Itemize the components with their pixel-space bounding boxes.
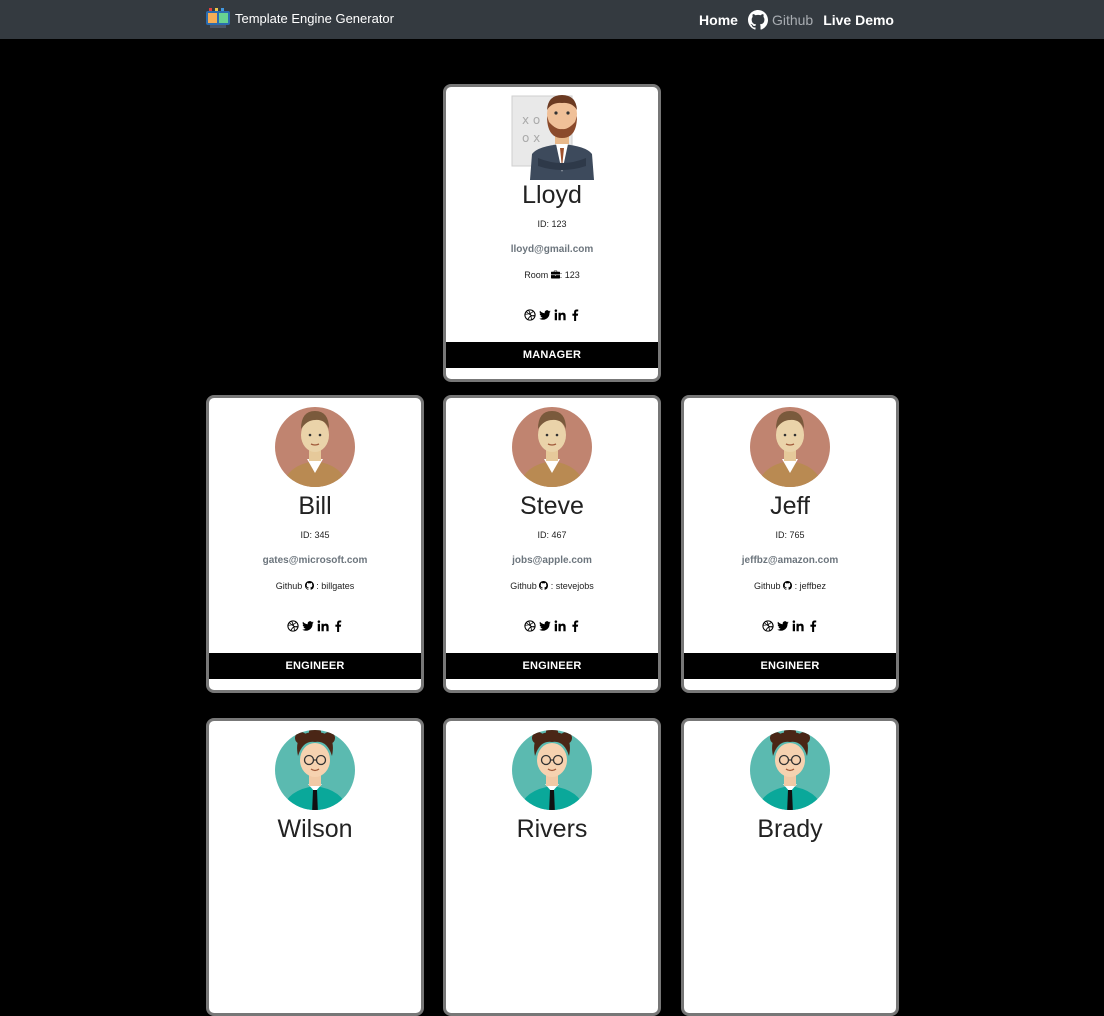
- linkedin-icon[interactable]: [554, 309, 566, 321]
- linkedin-icon[interactable]: [317, 620, 329, 632]
- nav-live-demo-label: Live Demo: [823, 12, 894, 28]
- employee-id: ID: 467: [537, 530, 567, 540]
- employee-id: ID: 123: [537, 219, 567, 229]
- linkedin-icon[interactable]: [554, 620, 566, 632]
- dribbble-icon[interactable]: [762, 620, 774, 632]
- social-links: [684, 620, 896, 632]
- employee-name: Jeff: [770, 492, 810, 520]
- github-icon: [539, 581, 548, 590]
- twitter-icon[interactable]: [539, 620, 551, 632]
- github-handle[interactable]: Github : jeffbez: [684, 581, 896, 591]
- role-badge: ENGINEER: [209, 653, 421, 679]
- linkedin-icon[interactable]: [792, 620, 804, 632]
- nav-home-link[interactable]: Home: [699, 12, 738, 28]
- social-links: [446, 309, 658, 321]
- engineer-avatar-icon: [271, 403, 359, 491]
- github-handle[interactable]: Github : stevejobs: [446, 581, 658, 591]
- engineer-avatar-icon: [508, 403, 596, 491]
- nav-live-demo-link[interactable]: Live Demo: [823, 12, 894, 28]
- facebook-icon[interactable]: [569, 309, 581, 321]
- twitter-icon[interactable]: [777, 620, 789, 632]
- engineer-avatar-icon: [746, 403, 834, 491]
- role-badge: MANAGER: [446, 342, 658, 368]
- github-icon: [747, 10, 768, 30]
- dribbble-icon[interactable]: [287, 620, 299, 632]
- twitter-icon[interactable]: [302, 620, 314, 632]
- nav-home-label: Home: [699, 12, 738, 28]
- employee-card-wilson: Wilson: [206, 718, 424, 1016]
- office-room-label: Room: [524, 270, 549, 280]
- employee-name: Lloyd: [522, 181, 582, 209]
- office-room-value: : 123: [559, 270, 580, 280]
- employee-card-brady: Brady: [681, 718, 899, 1016]
- github-handle-label: Github: [275, 581, 303, 591]
- dribbble-icon[interactable]: [524, 309, 536, 321]
- social-links: [446, 620, 658, 632]
- github-handle-value: : billgates: [313, 581, 355, 591]
- employee-name: Rivers: [516, 815, 588, 843]
- github-handle-label: Github: [754, 581, 781, 591]
- twitter-icon[interactable]: [539, 309, 551, 321]
- github-handle[interactable]: Github : billgates: [209, 581, 421, 591]
- employee-email-link[interactable]: jobs@apple.com: [446, 555, 658, 566]
- employee-name: Bill: [298, 492, 332, 520]
- briefcase-icon: [551, 270, 560, 279]
- navbar: Template Engine Generator Home Github Li…: [0, 0, 1104, 39]
- intern-avatar-icon: [271, 726, 359, 814]
- employee-card-rivers: Rivers: [443, 718, 661, 1016]
- employee-name: Wilson: [277, 815, 353, 843]
- github-icon: [783, 581, 792, 590]
- nav-github-link[interactable]: Github: [747, 10, 814, 30]
- employee-name: Steve: [520, 492, 584, 520]
- employee-email-link[interactable]: lloyd@gmail.com: [446, 244, 658, 255]
- github-handle-label: Github: [510, 581, 537, 591]
- facebook-icon[interactable]: [807, 620, 819, 632]
- nav-links: Home Github Live Demo: [689, 10, 894, 30]
- intern-avatar-icon: [746, 726, 834, 814]
- manager-avatar-icon: [508, 92, 596, 180]
- github-handle-value: : jeffbez: [792, 581, 826, 591]
- dribbble-icon[interactable]: [524, 620, 536, 632]
- employee-id: ID: 345: [300, 530, 330, 540]
- employee-card-bill: Bill ID: 345 gates@microsoft.com Github …: [206, 395, 424, 693]
- employee-card-lloyd: Lloyd ID: 123 lloyd@gmail.com Room : 123…: [443, 84, 661, 382]
- role-badge: ENGINEER: [684, 653, 896, 679]
- role-badge: ENGINEER: [446, 653, 658, 679]
- brand-label: Template Engine Generator: [235, 10, 394, 26]
- facebook-icon[interactable]: [332, 620, 344, 632]
- brand-logo-icon: [206, 8, 230, 28]
- github-handle-value: : stevejobs: [548, 581, 594, 591]
- intern-avatar-icon: [508, 726, 596, 814]
- brand-link[interactable]: Template Engine Generator: [206, 8, 394, 28]
- nav-github-label: Github: [771, 12, 814, 28]
- office-room: Room : 123: [446, 270, 658, 280]
- employee-name: Brady: [757, 815, 823, 843]
- employee-email-link[interactable]: jeffbz@amazon.com: [684, 555, 896, 566]
- employee-id: ID: 765: [775, 530, 805, 540]
- social-links: [209, 620, 421, 632]
- employee-email-link[interactable]: gates@microsoft.com: [209, 555, 421, 566]
- facebook-icon[interactable]: [569, 620, 581, 632]
- github-icon: [305, 581, 314, 590]
- employee-card-jeff: Jeff ID: 765 jeffbz@amazon.com Github : …: [681, 395, 899, 693]
- employee-card-steve: Steve ID: 467 jobs@apple.com Github : st…: [443, 395, 661, 693]
